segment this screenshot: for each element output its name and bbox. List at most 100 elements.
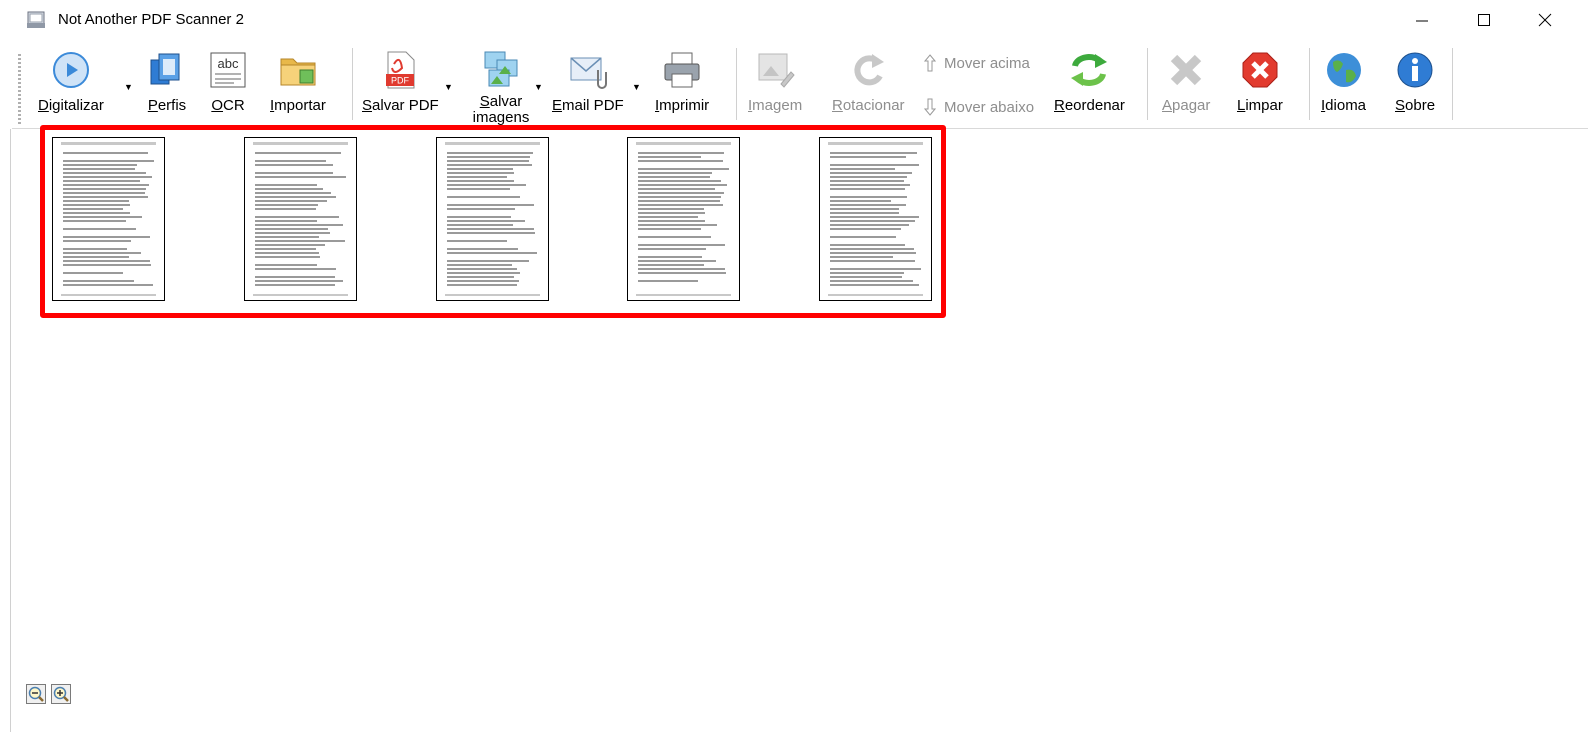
thumb-text-line bbox=[63, 196, 148, 198]
thumb-text-line bbox=[638, 280, 698, 282]
thumb-text-line bbox=[63, 180, 140, 182]
minimize-button[interactable] bbox=[1399, 0, 1445, 40]
ocr-button[interactable]: abc OCR bbox=[208, 46, 248, 126]
thumb-text-line bbox=[63, 192, 145, 194]
arrow-down-icon bbox=[924, 98, 936, 116]
page-thumbnail-1[interactable] bbox=[52, 137, 165, 301]
toolbar-separator bbox=[1309, 48, 1310, 120]
thumb-text-line bbox=[830, 244, 905, 246]
reorder-label-accel: R bbox=[1054, 97, 1065, 114]
delete-button[interactable]: Apagar bbox=[1162, 46, 1210, 126]
thumb-text-line bbox=[447, 232, 535, 234]
thumb-footer-line bbox=[828, 294, 923, 296]
save-images-dropdown-caret[interactable]: ▼ bbox=[534, 82, 543, 92]
import-button[interactable]: Importar bbox=[270, 46, 326, 126]
thumb-text-line bbox=[447, 208, 515, 210]
move-down-button[interactable]: Mover abaixo bbox=[924, 98, 1034, 116]
thumb-text-line bbox=[638, 208, 704, 210]
page-thumbnail-3[interactable] bbox=[436, 137, 549, 301]
globe-icon bbox=[1326, 53, 1361, 87]
profiles-label-accel: P bbox=[147, 97, 158, 114]
thumb-text-line bbox=[447, 240, 507, 242]
print-button[interactable]: Imprimir bbox=[655, 46, 709, 126]
save-images-label-accel: S bbox=[479, 93, 490, 110]
thumb-text-line bbox=[63, 280, 134, 282]
minimize-icon bbox=[1416, 20, 1428, 22]
thumb-text-line bbox=[255, 188, 323, 190]
scan-button[interactable]: Digitalizar bbox=[38, 46, 104, 126]
thumb-text-line bbox=[638, 196, 721, 198]
ocr-label-accel: O bbox=[211, 97, 223, 114]
thumb-text-line bbox=[830, 176, 907, 178]
thumb-text-line bbox=[638, 156, 701, 158]
move-up-button[interactable]: Mover acima bbox=[924, 54, 1030, 72]
scan-label-accel: D bbox=[38, 97, 49, 114]
reorder-arrows-icon bbox=[1071, 54, 1108, 86]
thumb-text-line bbox=[830, 216, 919, 218]
thumb-text-line bbox=[63, 188, 146, 190]
profiles-button[interactable]: Perfis bbox=[147, 46, 187, 126]
save-pdf-label: alvar PDF bbox=[372, 97, 439, 114]
close-button[interactable] bbox=[1522, 0, 1568, 40]
save-pdf-button[interactable]: PDF Salvar PDF bbox=[362, 46, 439, 126]
thumb-text-line bbox=[447, 224, 513, 226]
thumb-header-line bbox=[61, 142, 156, 145]
thumb-text-line bbox=[447, 204, 534, 206]
email-pdf-button[interactable]: Email PDF bbox=[552, 46, 624, 126]
thumb-text-line bbox=[447, 196, 520, 198]
thumb-text-line bbox=[447, 228, 534, 230]
language-button[interactable]: Idioma bbox=[1321, 46, 1366, 126]
about-label-accel: S bbox=[1395, 97, 1406, 114]
toolbar-grip[interactable] bbox=[18, 54, 21, 126]
zoom-out-button[interactable] bbox=[26, 684, 46, 704]
image-edit-icon bbox=[758, 53, 795, 88]
thumb-text-line bbox=[447, 188, 510, 190]
scan-play-icon bbox=[52, 52, 89, 88]
thumb-text-line bbox=[255, 284, 335, 286]
save-images-label-1: alvar bbox=[489, 93, 523, 110]
thumb-text-line bbox=[63, 252, 141, 254]
maximize-button[interactable] bbox=[1461, 0, 1507, 40]
clear-button[interactable]: Limpar bbox=[1237, 46, 1283, 126]
thumb-text-line bbox=[63, 240, 131, 242]
thumb-text-line bbox=[255, 220, 317, 222]
thumb-text-line bbox=[255, 176, 346, 178]
thumb-text-line bbox=[830, 212, 899, 214]
page-thumbnail-4[interactable] bbox=[627, 137, 740, 301]
thumb-text-line bbox=[830, 152, 917, 154]
thumb-text-line bbox=[255, 192, 331, 194]
page-thumbnail-5[interactable] bbox=[819, 137, 932, 301]
scan-dropdown-caret[interactable]: ▼ bbox=[124, 82, 133, 92]
thumb-text-line bbox=[830, 224, 909, 226]
reorder-button[interactable]: Reordenar bbox=[1054, 46, 1125, 126]
thumb-text-line bbox=[830, 220, 915, 222]
toolbar-separator bbox=[352, 48, 353, 120]
thumb-text-line bbox=[638, 192, 724, 194]
thumb-text-line bbox=[255, 200, 327, 202]
save-pdf-dropdown-caret[interactable]: ▼ bbox=[444, 82, 453, 92]
zoom-in-button[interactable] bbox=[51, 684, 71, 704]
thumb-text-line bbox=[638, 244, 725, 246]
thumb-text-line bbox=[255, 224, 343, 226]
thumb-text-line bbox=[255, 164, 333, 166]
thumb-text-line bbox=[447, 264, 512, 266]
thumb-text-line bbox=[447, 156, 530, 158]
ocr-icon-text: abc bbox=[218, 56, 239, 71]
thumb-text-line bbox=[447, 268, 517, 270]
scanner-app-icon bbox=[27, 11, 45, 28]
maximize-icon bbox=[1478, 14, 1490, 26]
page-thumbnail-2[interactable] bbox=[244, 137, 357, 301]
thumb-text-line bbox=[255, 184, 317, 186]
title-bar: Not Another PDF Scanner 2 bbox=[0, 0, 1588, 40]
thumb-text-line bbox=[447, 180, 514, 182]
about-button[interactable]: Sobre bbox=[1395, 46, 1435, 126]
pdf-file-icon: PDF bbox=[386, 51, 415, 89]
thumb-text-line bbox=[255, 160, 326, 162]
save-images-button[interactable]: Salvar imagens bbox=[466, 46, 536, 126]
image-button[interactable]: Imagem bbox=[748, 46, 802, 126]
email-pdf-dropdown-caret[interactable]: ▼ bbox=[632, 82, 641, 92]
delete-label-accel: A bbox=[1162, 97, 1173, 114]
rotate-button[interactable]: Rotacionar bbox=[832, 46, 905, 126]
thumb-header-line bbox=[253, 142, 348, 145]
folder-image-icon bbox=[280, 58, 316, 86]
